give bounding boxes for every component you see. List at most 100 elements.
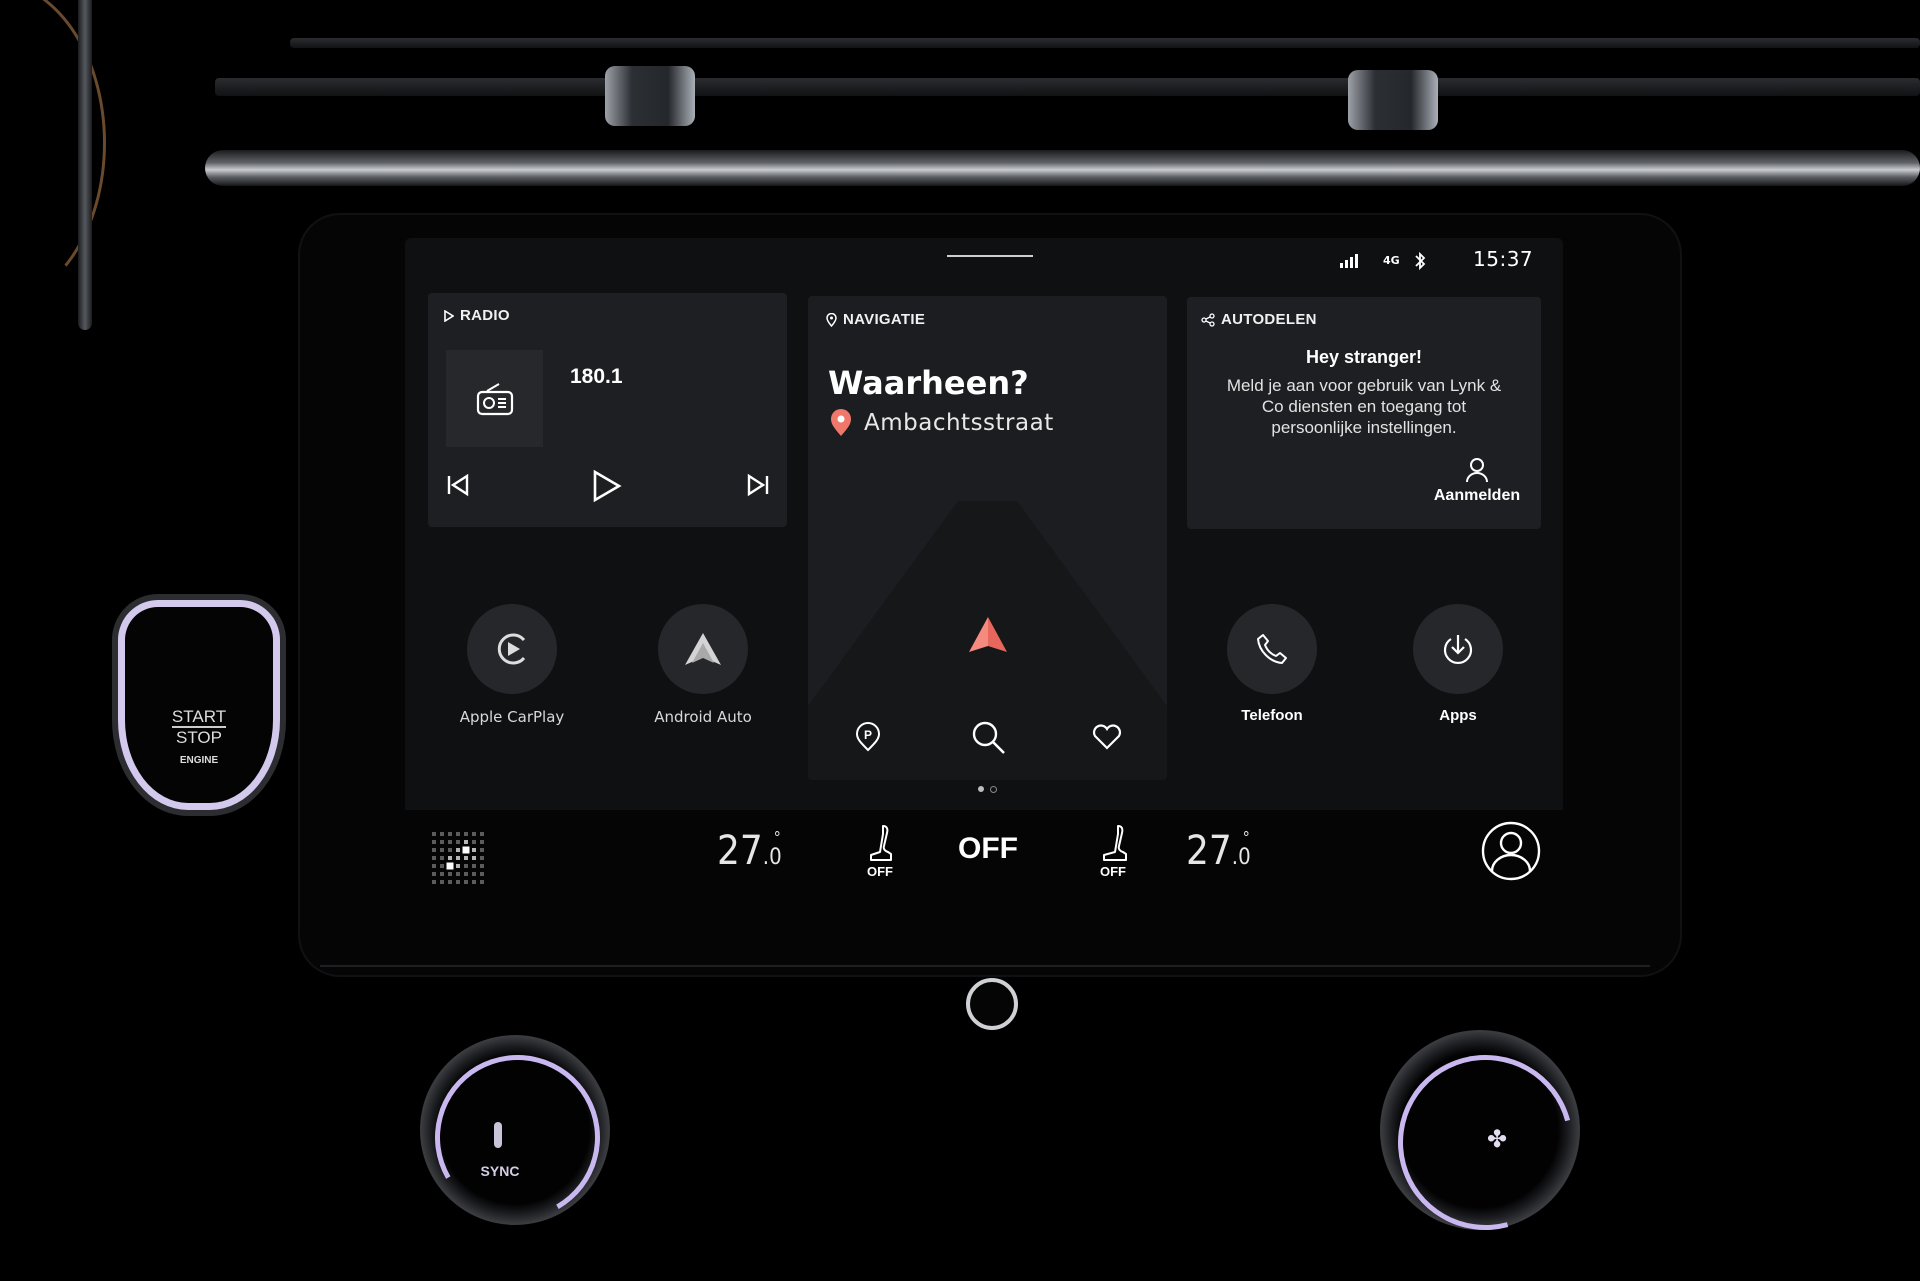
matrix-dot [440, 832, 444, 836]
matrix-dot [456, 848, 460, 852]
profile-icon [1481, 821, 1541, 881]
previous-button[interactable] [445, 473, 471, 501]
matrix-dot [480, 872, 484, 876]
signin-button[interactable]: Aanmelden [1427, 457, 1527, 505]
profile-button[interactable] [1480, 820, 1542, 886]
matrix-dot [448, 880, 452, 884]
matrix-dot [448, 848, 452, 852]
engine-label: ENGINE [179, 755, 219, 766]
matrix-dot [440, 840, 444, 844]
matrix-dot [432, 856, 436, 860]
matrix-dot [480, 880, 484, 884]
start-stop-button[interactable]: START STOP ENGINE [118, 600, 280, 810]
greeting-heading: Hey stranger! [1305, 347, 1423, 367]
fan-knob-ring [1365, 1022, 1606, 1263]
telefoon-button[interactable] [1227, 604, 1317, 694]
play-button[interactable] [591, 469, 623, 507]
page-indicator[interactable] [978, 786, 997, 793]
drag-handle[interactable] [947, 255, 1033, 257]
matrix-dot [448, 872, 452, 876]
matrix-dot [440, 848, 444, 852]
destination-prompt[interactable]: Waarheen? [828, 364, 1029, 402]
matrix-dot [456, 840, 460, 844]
matrix-dot [480, 840, 484, 844]
right-temperature[interactable]: 27.0° [1186, 828, 1251, 874]
navigation-label: NAVIGATIE [843, 311, 926, 328]
right-seat-status: OFF [1100, 864, 1126, 879]
carplay-icon [497, 633, 526, 665]
recent-destination[interactable]: Ambachtsstraat [830, 409, 1054, 437]
matrix-dot [464, 872, 468, 876]
matrix-dot [480, 864, 484, 868]
matrix-dot [432, 880, 436, 884]
share-icon [1201, 312, 1215, 327]
chrome-trim [205, 150, 1920, 186]
search-icon [972, 721, 1005, 754]
navigation-card[interactable]: NAVIGATIE Waarheen? Ambachtsstraat P [808, 296, 1167, 780]
destination-name: Ambachtsstraat [864, 410, 1054, 436]
matrix-dot [464, 840, 468, 844]
matrix-dot [464, 832, 468, 836]
favorites-button[interactable] [1092, 724, 1122, 754]
console-trim [320, 965, 1650, 1037]
android-auto-button[interactable] [658, 604, 748, 694]
matrix-dot [432, 848, 436, 852]
apple-carplay-label: Apple CarPlay [459, 708, 565, 726]
clock: 15:37 [1473, 247, 1534, 271]
current-position-arrow [968, 616, 1008, 658]
matrix-dot [432, 872, 436, 876]
start-label: START [171, 707, 227, 728]
network-type: 4G [1383, 254, 1400, 267]
matrix-dot [440, 872, 444, 876]
matrix-dot [456, 832, 460, 836]
thermometer-icon [494, 1122, 502, 1148]
matrix-dot [462, 846, 470, 854]
radio-label: RADIO [460, 307, 510, 324]
matrix-dot [480, 832, 484, 836]
seat-icon [1103, 825, 1127, 861]
fan-icon: ✤ [1487, 1125, 1508, 1153]
matrix-dot [448, 832, 452, 836]
left-seat-heater-button[interactable]: OFF [860, 824, 900, 879]
fan-status[interactable]: OFF [958, 832, 1018, 866]
next-button[interactable] [745, 473, 771, 501]
matrix-dot [432, 840, 436, 844]
matrix-dot [456, 856, 460, 860]
radio-icon [476, 382, 513, 415]
page-dot-active[interactable] [978, 786, 984, 792]
matrix-dot [440, 864, 444, 868]
vent-adjuster-right[interactable] [1348, 70, 1438, 130]
apple-carplay-button[interactable] [467, 604, 557, 694]
autodelen-label: AUTODELEN [1221, 311, 1317, 328]
page-dot[interactable] [990, 786, 997, 793]
seat-icon [870, 825, 892, 861]
matrix-dot [440, 880, 444, 884]
location-pin-icon [826, 312, 837, 327]
vent-adjuster-left[interactable] [605, 66, 695, 126]
matrix-dot [464, 880, 468, 884]
matrix-dot [472, 872, 476, 876]
sync-label: SYNC [480, 1163, 520, 1179]
fragrance-grid-button[interactable] [430, 830, 486, 890]
radio-card[interactable]: RADIO 180.1 [428, 293, 787, 527]
apps-button[interactable] [1413, 604, 1503, 694]
search-button[interactable] [971, 720, 1007, 760]
user-icon [1466, 458, 1488, 483]
svg-text:P: P [864, 728, 872, 742]
matrix-dot [456, 864, 460, 868]
matrix-dot [464, 864, 468, 868]
download-icon [1443, 635, 1473, 664]
matrix-dot [472, 832, 476, 836]
matrix-dot [472, 856, 476, 860]
parking-button[interactable]: P [855, 722, 881, 756]
radio-artwork [446, 350, 543, 447]
left-temperature[interactable]: 27.0° [717, 828, 782, 874]
apps-label: Apps [1439, 707, 1477, 724]
infotainment-screen: 4G 15:37 RADIO 180.1 NAVIGATIE Waarheen?… [405, 238, 1563, 893]
autodelen-card[interactable]: AUTODELEN Hey stranger! Meld je aan voor… [1187, 297, 1541, 529]
matrix-dot [448, 840, 452, 844]
right-seat-heater-button[interactable]: OFF [1093, 824, 1133, 879]
android-auto-icon [685, 633, 721, 665]
vent-slat-top [290, 38, 1920, 48]
matrix-dot [472, 840, 476, 844]
